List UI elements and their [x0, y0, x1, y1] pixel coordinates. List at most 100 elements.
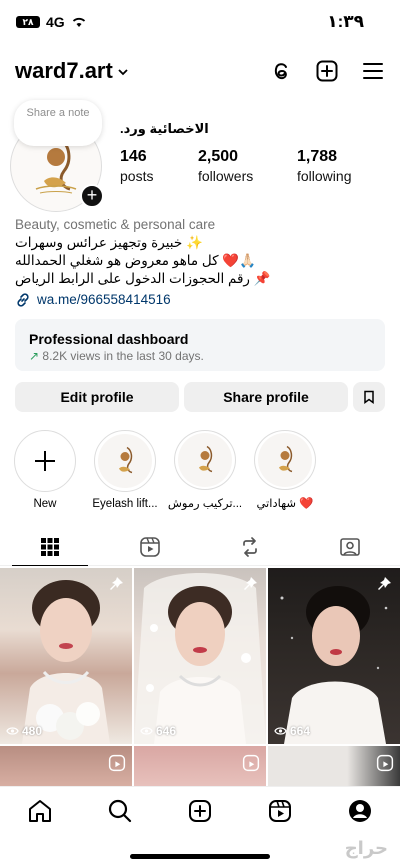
plus-icon [35, 451, 55, 471]
wifi-icon [72, 17, 85, 27]
note-bubble[interactable]: Share a note [14, 100, 102, 146]
bride-photo-icon [280, 586, 388, 744]
professional-dashboard[interactable]: Professional dashboard ↗ 8.2K views in t… [15, 319, 385, 371]
view-count: 480 [6, 724, 42, 738]
highlight-label: شهاداتي ❤️ [256, 498, 314, 510]
post-thumbnail[interactable]: 480 [0, 568, 132, 744]
post-thumbnail[interactable] [268, 746, 400, 788]
highlight-label: New [33, 498, 57, 510]
post-thumbnail[interactable] [134, 746, 266, 788]
display-name: الاخصائية ورد. [120, 121, 209, 136]
dashboard-subtitle: ↗ 8.2K views in the last 30 days. [29, 349, 371, 363]
username-switcher[interactable]: ward7.art [15, 58, 129, 84]
stat-followers[interactable]: 2,500 followers [198, 148, 297, 184]
eye-icon [274, 727, 287, 735]
pin-icon [110, 577, 123, 590]
tab-reposts[interactable] [200, 528, 300, 565]
link-icon [17, 293, 29, 307]
highlight-item[interactable]: تركيب رموش... [168, 430, 242, 510]
stat-value: 146 [120, 148, 147, 165]
status-bar: ٢٨ 4G ١:٣٩ [0, 0, 400, 46]
saved-button[interactable] [353, 382, 385, 412]
highlight-new[interactable]: New [12, 430, 78, 510]
highlight-cover [258, 433, 312, 488]
threads-icon[interactable] [268, 58, 294, 84]
tagged-icon [340, 537, 360, 556]
highlight-circle [94, 430, 156, 492]
grid-icon [41, 537, 59, 556]
tab-grid[interactable] [0, 528, 100, 566]
highlight-cover [178, 433, 232, 488]
tab-reels[interactable] [100, 528, 200, 565]
bio-link[interactable]: wa.me/966558414516 [15, 291, 385, 309]
brand-logo-icon [119, 446, 133, 474]
tab-tagged[interactable] [300, 528, 400, 565]
post-thumbnail[interactable]: 646 [134, 568, 266, 744]
trend-up-icon: ↗ [29, 349, 40, 363]
view-count-text: 664 [290, 724, 311, 738]
view-count-text: 646 [156, 724, 177, 738]
reel-icon [108, 754, 126, 772]
watermark: حراج [344, 838, 388, 858]
bookmark-icon [364, 390, 374, 404]
view-count: 664 [274, 724, 310, 738]
reels-nav-icon[interactable] [267, 798, 293, 824]
status-time: ١:٣٩ [327, 12, 364, 31]
post-thumbnail[interactable] [0, 746, 132, 788]
highlight-cover [98, 434, 152, 488]
profile-header: ward7.art [0, 52, 400, 92]
reel-icon [376, 754, 394, 772]
bio-line: كل ماهو معروض هو شغلي الحمدالله ❤️🙏🏻 [15, 253, 256, 268]
header-icons [268, 58, 386, 84]
highlight-label: Eyelash lift... [92, 498, 158, 510]
stat-value: 2,500 [198, 148, 239, 165]
home-indicator [130, 854, 270, 859]
bottom-nav [0, 786, 400, 834]
share-profile-button[interactable]: Share profile [184, 382, 348, 412]
highlight-label: تركيب رموش... [167, 498, 243, 510]
dashboard-title: Professional dashboard [29, 331, 189, 347]
profile-actions: Edit profile Share profile [15, 382, 385, 412]
edit-profile-button[interactable]: Edit profile [15, 382, 179, 412]
bio-line: رقم الحجوزات الدخول على الرابط الرياض 📌 [15, 271, 271, 286]
stat-label: posts [120, 168, 154, 184]
category-label: Beauty, cosmetic & personal care [15, 217, 216, 232]
home-icon[interactable] [27, 798, 53, 824]
stat-label: following [297, 168, 352, 184]
highlight-item[interactable]: شهاداتي ❤️ [252, 430, 318, 510]
eye-icon [140, 727, 153, 735]
brand-logo-icon [279, 446, 293, 473]
battery-icon: ٢٨ [16, 16, 40, 28]
bride-photo-icon [22, 580, 110, 744]
view-count: 646 [140, 724, 176, 738]
stat-posts[interactable]: 146 posts [120, 148, 198, 184]
stat-following[interactable]: 1,788 following [297, 148, 387, 184]
status-left: ٢٨ 4G [16, 14, 87, 30]
create-icon[interactable] [314, 58, 340, 84]
search-icon[interactable] [107, 798, 133, 824]
content-tabs [0, 528, 400, 566]
chevron-down-icon [118, 69, 128, 76]
highlight-circle [254, 430, 316, 491]
profile-avatar-icon[interactable] [347, 798, 373, 824]
bio-line: خبيرة وتجهيز عرائس وسهرات ✨ [15, 235, 203, 250]
username: ward7.art [15, 58, 113, 83]
reels-icon [140, 536, 160, 557]
stat-value: 1,788 [297, 148, 338, 165]
bride-photo-icon [134, 573, 266, 744]
profile-stats: 146 posts 2,500 followers 1,788 followin… [120, 148, 387, 184]
pin-icon [378, 577, 391, 590]
add-story-button[interactable]: + [80, 184, 104, 208]
repost-icon [243, 536, 257, 557]
stat-label: followers [198, 168, 254, 184]
highlight-circle [14, 430, 76, 492]
pin-icon [244, 577, 257, 590]
create-post-icon[interactable] [187, 798, 213, 824]
dashboard-subtitle-text: 8.2K views in the last 30 days. [42, 349, 204, 363]
reel-icon [242, 754, 260, 772]
link-text: wa.me/966558414516 [37, 292, 171, 307]
highlight-item[interactable]: Eyelash lift... [92, 430, 158, 510]
post-thumbnail[interactable]: 664 [268, 568, 400, 744]
menu-icon[interactable] [360, 58, 386, 84]
eye-icon [6, 727, 19, 735]
